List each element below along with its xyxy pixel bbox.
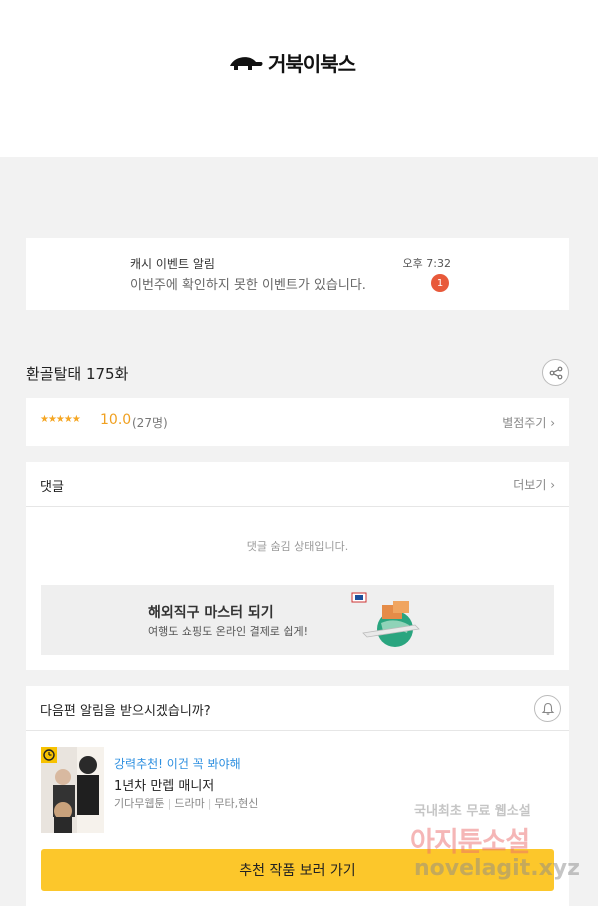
comments-section: 댓글 더보기 › 댓글 숨김 상태입니다. 해외직구 마스터 되기 여행도 쇼핑… [26, 462, 569, 670]
recommend-authors: 무타,현신 [214, 797, 259, 810]
comments-more-link[interactable]: 더보기 › [513, 476, 555, 493]
recommend-thumbnail[interactable] [41, 747, 104, 833]
watermark-line-2: 아지툰소설 [410, 827, 530, 858]
turtle-logo-icon [230, 57, 263, 70]
notification-time: 오후 7:32 [402, 257, 451, 270]
recommend-tag: 강력추천! 이건 꼭 봐야해 [114, 757, 241, 771]
meta-separator: | [167, 797, 172, 810]
notification-bell-button[interactable] [534, 695, 561, 722]
ad-banner[interactable]: 해외직구 마스터 되기 여행도 쇼핑도 온라인 결제로 쉽게! [41, 585, 554, 655]
logo[interactable]: 거북이북스 [228, 48, 356, 76]
logo-text: 거북이북스 [268, 51, 356, 76]
share-icon [549, 366, 562, 379]
recommend-meta: 기다무웹툰 | 드라마 | 무타,현신 [114, 795, 258, 811]
event-notification[interactable]: 캐시 이벤트 알림 이번주에 확인하지 못한 이벤트가 있습니다. 오후 7:3… [26, 238, 569, 310]
recommend-genre: 드라마 [174, 797, 205, 810]
app-header: 거북이북스 [0, 0, 598, 157]
star-rating-icon: ★★★★★ [40, 414, 81, 425]
rating-bar: ★★★★★ 10.0 (27명) 별점주기 › [26, 398, 569, 446]
bell-icon [541, 702, 554, 715]
notification-title: 캐시 이벤트 알림 [130, 257, 215, 271]
comments-title: 댓글 [40, 480, 64, 495]
comic-cover-image [41, 747, 104, 833]
recommend-title[interactable]: 1년차 만렙 매니저 [114, 775, 214, 794]
comments-hidden-message: 댓글 숨김 상태입니다. [246, 540, 349, 553]
notification-message: 이번주에 확인하지 못한 이벤트가 있습니다. [130, 278, 366, 293]
rating-score: 10.0 [100, 412, 132, 428]
globe-shopping-icon [351, 592, 420, 647]
notification-count-badge: 1 [431, 274, 449, 292]
recommend-category: 기다무웹툰 [114, 797, 165, 810]
rating-count: (27명) [132, 416, 168, 430]
site-watermark: 국내최초 무료 웹소설 아지툰소설 novelagit.xyz [410, 798, 580, 888]
comments-header: 댓글 더보기 › [26, 462, 569, 507]
watermark-line-1: 국내최초 무료 웹소설 [414, 804, 531, 819]
ad-subtitle: 여행도 쇼핑도 온라인 결제로 쉽게! [148, 625, 309, 638]
watermark-line-3: novelagit.xyz [414, 856, 580, 881]
rate-button[interactable]: 별점주기 › [502, 414, 555, 431]
episode-title: 환골탈태 175화 [26, 365, 129, 383]
meta-separator: | [207, 797, 212, 810]
next-episode-question: 다음편 알림을 받으시겠습니까? [40, 704, 211, 719]
share-button[interactable] [542, 359, 569, 386]
next-episode-header: 다음편 알림을 받으시겠습니까? [26, 686, 569, 731]
ad-title: 해외직구 마스터 되기 [148, 605, 274, 621]
